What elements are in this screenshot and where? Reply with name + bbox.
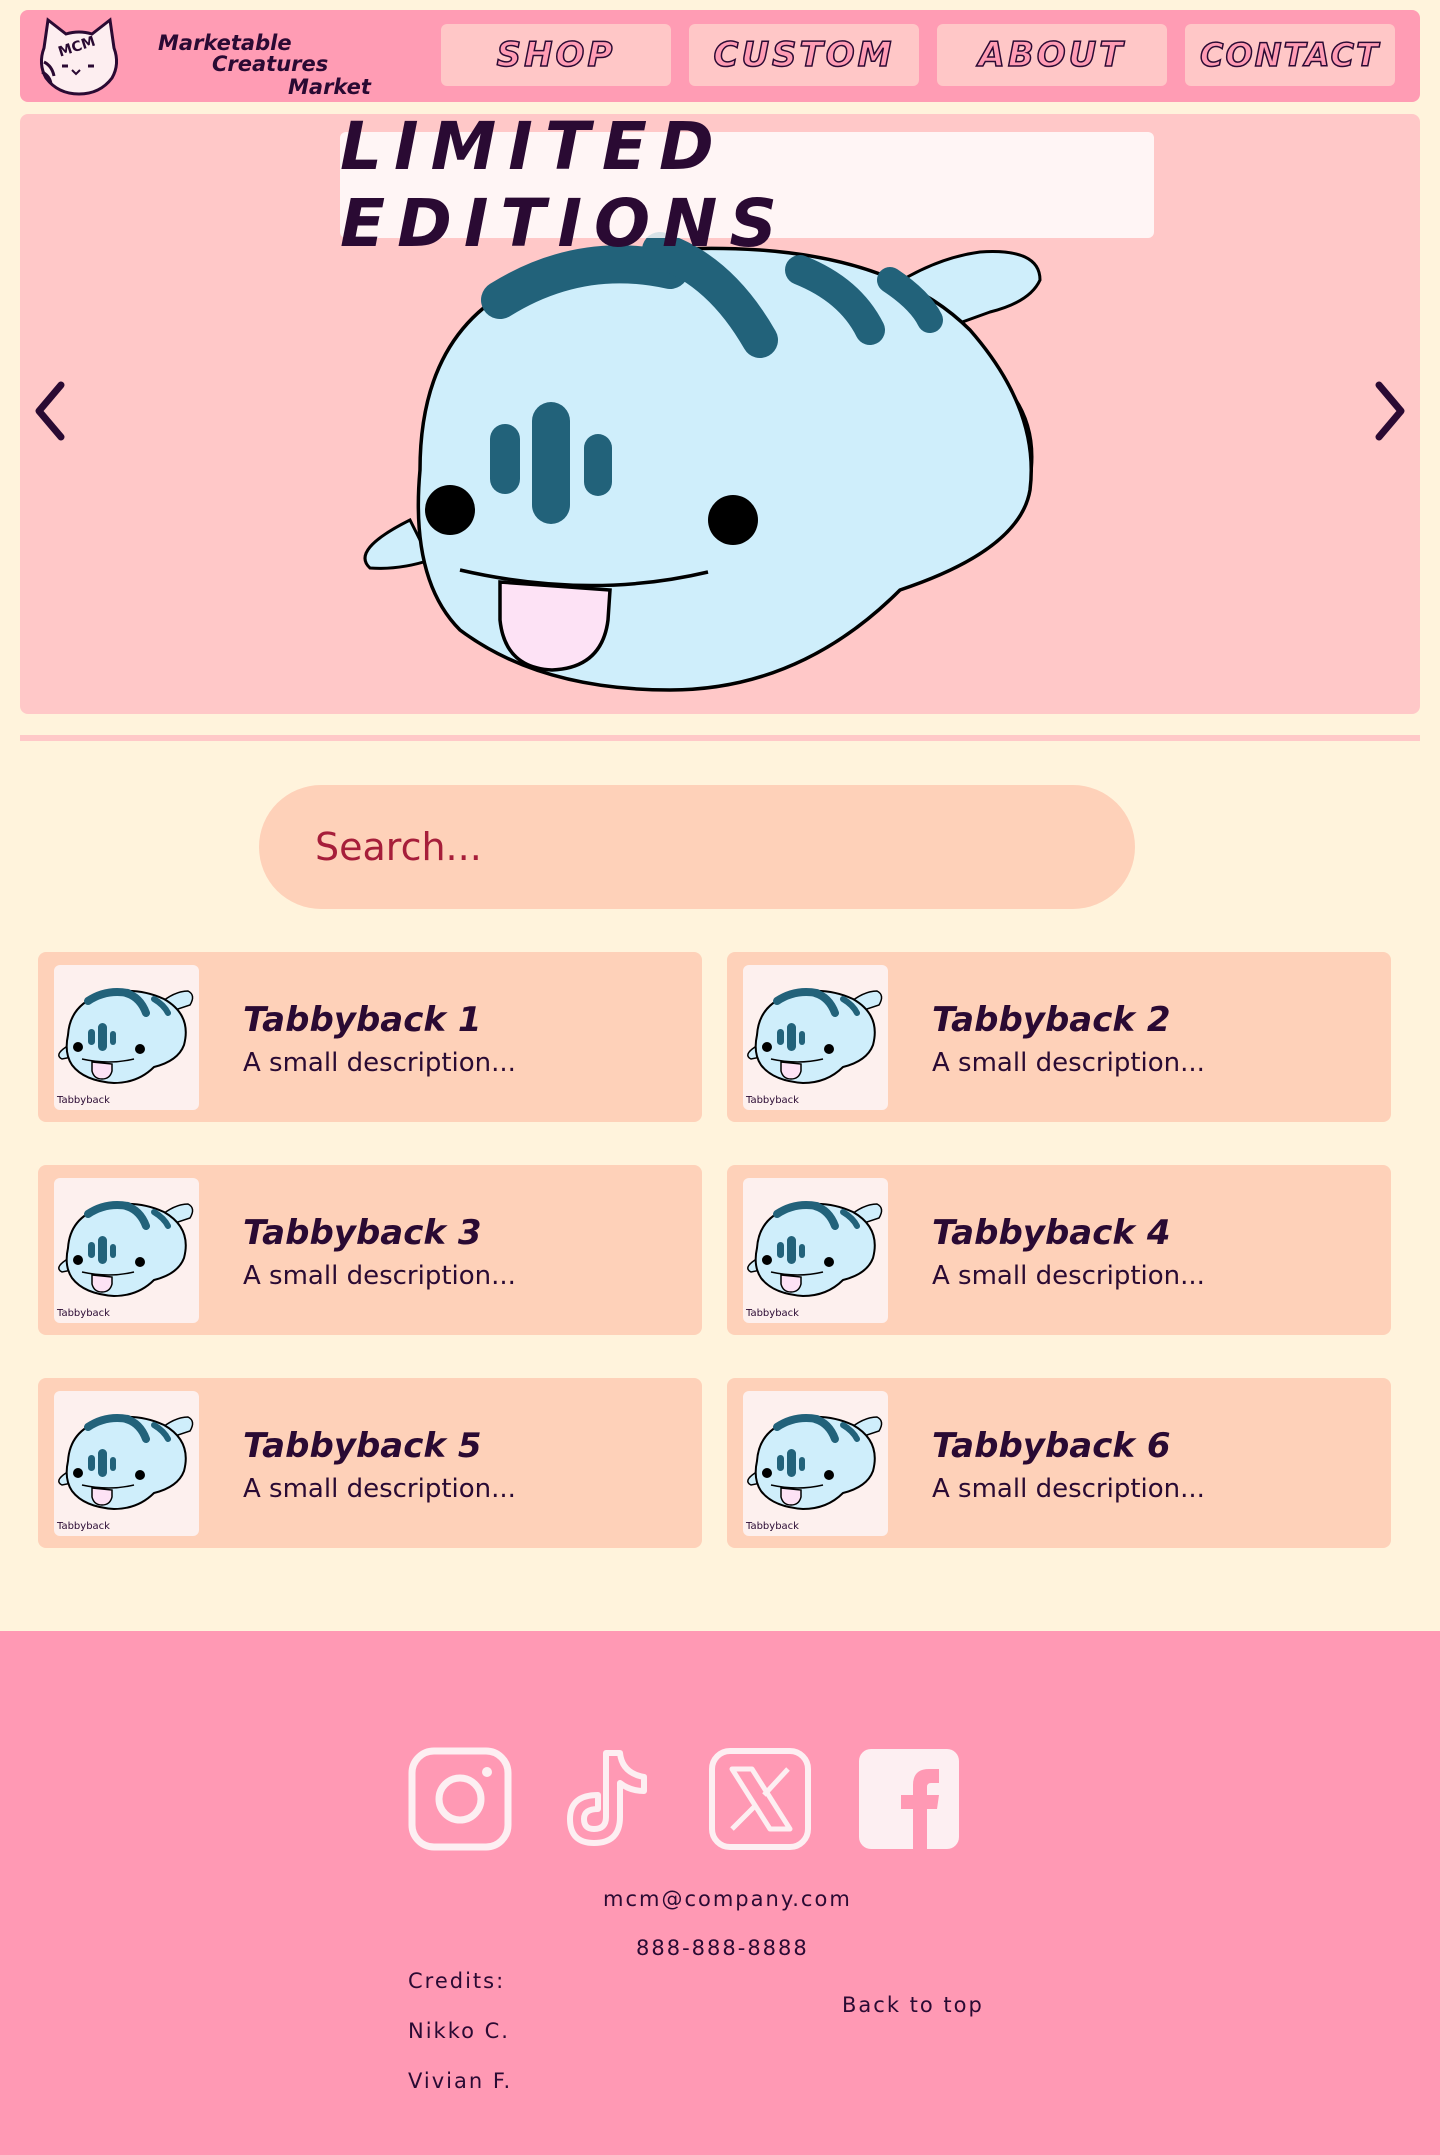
- hero-carousel: LIMITED EDITIONS: [20, 114, 1420, 714]
- instagram-icon[interactable]: [408, 1747, 512, 1851]
- chevron-left-icon: [35, 381, 65, 441]
- credit-name: Vivian F.: [408, 2069, 513, 2093]
- x-icon[interactable]: [708, 1747, 812, 1851]
- brand[interactable]: MCM Marketable Creatures Market: [34, 14, 374, 98]
- thumbnail-caption: Tabbyback: [746, 1308, 799, 1319]
- brand-name-line-2: Creatures: [212, 52, 329, 76]
- product-name: Tabbyback 1: [243, 1000, 482, 1040]
- product-card[interactable]: Tabbyback Tabbyback 5 A small description.…: [38, 1378, 702, 1548]
- cat-logo-icon: MCM: [39, 17, 119, 96]
- credits-label: Credits:: [408, 1969, 506, 1993]
- product-name: Tabbyback 4: [932, 1213, 1171, 1253]
- product-thumbnail: Tabbyback: [54, 965, 199, 1110]
- footer-email-link[interactable]: mcm@company.com: [603, 1887, 852, 1911]
- hero-title: LIMITED EDITIONS: [340, 114, 789, 262]
- product-description: A small description...: [932, 1474, 1205, 1504]
- product-name: Tabbyback 2: [932, 1000, 1171, 1040]
- nav-about-button[interactable]: ABOUT: [937, 24, 1167, 86]
- tabbyback-thumbnail-icon: [58, 988, 194, 1085]
- thumbnail-caption: Tabbyback: [746, 1095, 799, 1106]
- product-description: A small description...: [932, 1048, 1205, 1078]
- brand-name-line-1: Marketable: [158, 31, 292, 55]
- product-description: A small description...: [932, 1261, 1205, 1291]
- product-card[interactable]: Tabbyback Tabbyback 1 A small description.…: [38, 952, 702, 1122]
- chevron-right-icon: [1375, 381, 1405, 441]
- product-description: A small description...: [243, 1048, 516, 1078]
- tabbyback-thumbnail-icon: [58, 1414, 194, 1511]
- product-card[interactable]: Tabbyback Tabbyback 3 A small description.…: [38, 1165, 702, 1335]
- tabbyback-thumbnail-icon: [747, 1414, 883, 1511]
- brand-name-line-3: Market: [288, 75, 371, 99]
- product-name: Tabbyback 5: [243, 1426, 482, 1466]
- carousel-prev-button[interactable]: [26, 376, 76, 446]
- tabbyback-thumbnail-icon: [747, 1201, 883, 1298]
- product-thumbnail: Tabbyback: [54, 1391, 199, 1536]
- product-name: Tabbyback 3: [243, 1213, 482, 1253]
- product-card[interactable]: Tabbyback Tabbyback 4 A small description.…: [727, 1165, 1391, 1335]
- thumbnail-caption: Tabbyback: [57, 1308, 110, 1319]
- top-nav-bar: MCM Marketable Creatures Market SHOP CUS…: [20, 10, 1420, 102]
- product-description: A small description...: [243, 1474, 516, 1504]
- search-input[interactable]: [259, 785, 1135, 909]
- hero-title-box: LIMITED EDITIONS: [340, 114, 1154, 262]
- credit-name: Nikko C.: [408, 2019, 510, 2043]
- thumbnail-caption: Tabbyback: [57, 1095, 110, 1106]
- footer-phone: 888-888-8888: [636, 1936, 809, 1960]
- product-card[interactable]: Tabbyback Tabbyback 2 A small description.…: [727, 952, 1391, 1122]
- product-thumbnail: Tabbyback: [743, 1178, 888, 1323]
- back-to-top-link[interactable]: Back to top: [842, 1993, 984, 2017]
- product-card[interactable]: Tabbyback Tabbyback 6 A small description.…: [727, 1378, 1391, 1548]
- product-thumbnail: Tabbyback: [743, 965, 888, 1110]
- tabbyback-creature-image: [363, 232, 1042, 692]
- thumbnail-caption: Tabbyback: [746, 1521, 799, 1532]
- carousel-next-button[interactable]: [1364, 376, 1414, 446]
- product-name: Tabbyback 6: [932, 1426, 1171, 1466]
- thumbnail-caption: Tabbyback: [57, 1521, 110, 1532]
- nav-custom-button[interactable]: CUSTOM: [689, 24, 919, 86]
- footer: mcm@company.com 888-888-8888 Credits: Ni…: [0, 1631, 1440, 2155]
- product-thumbnail: Tabbyback: [743, 1391, 888, 1536]
- nav-contact-button[interactable]: CONTACT: [1185, 24, 1395, 86]
- facebook-icon[interactable]: [857, 1747, 961, 1851]
- tabbyback-thumbnail-icon: [58, 1201, 194, 1298]
- section-divider: [20, 735, 1420, 741]
- product-thumbnail: Tabbyback: [54, 1178, 199, 1323]
- product-description: A small description...: [243, 1261, 516, 1291]
- tabbyback-thumbnail-icon: [747, 988, 883, 1085]
- nav-shop-button[interactable]: SHOP: [441, 24, 671, 86]
- tiktok-icon[interactable]: [556, 1747, 660, 1851]
